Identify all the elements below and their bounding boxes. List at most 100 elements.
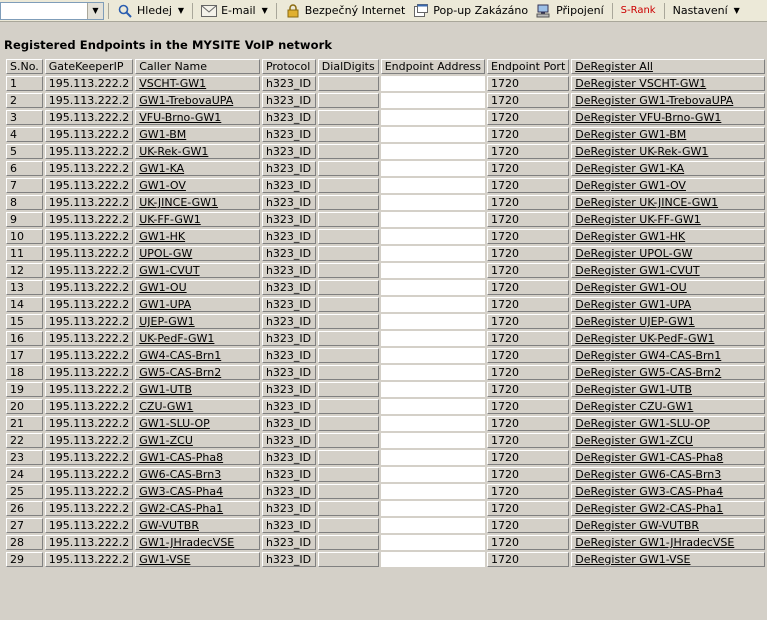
- dial-digits: [317, 263, 379, 278]
- caller-name-link[interactable]: UK-FF-GW1: [139, 213, 201, 226]
- caller-name-link[interactable]: UK-JINCE-GW1: [139, 196, 218, 209]
- chevron-down-icon[interactable]: ▼: [178, 6, 184, 15]
- deregister-link[interactable]: DeRegister VSCHT-GW1: [575, 77, 706, 90]
- deregister-link[interactable]: DeRegister GW1-UPA: [575, 298, 691, 311]
- caller-name-link[interactable]: GW1-HK: [139, 230, 185, 243]
- deregister-link[interactable]: DeRegister GW1-CVUT: [575, 264, 699, 277]
- caller-name-link[interactable]: UJEP-GW1: [139, 315, 194, 328]
- caller-name-link[interactable]: VFU-Brno-GW1: [139, 111, 221, 124]
- endpoint-port: 1720: [487, 280, 570, 295]
- caller-name-link[interactable]: GW1-OV: [139, 179, 186, 192]
- caller-name: GW1-SLU-OP: [135, 416, 260, 431]
- caller-name-link[interactable]: GW1-KA: [139, 162, 184, 175]
- caller-name: GW1-ZCU: [135, 433, 260, 448]
- caller-name-link[interactable]: GW1-VSE: [139, 553, 190, 566]
- deregister-link[interactable]: DeRegister GW-VUTBR: [575, 519, 699, 532]
- caller-name-link[interactable]: GW1-UTB: [139, 383, 192, 396]
- deregister-link[interactable]: DeRegister GW1-OV: [575, 179, 686, 192]
- settings-button[interactable]: Nastavení ▼: [669, 1, 744, 21]
- srank-button[interactable]: S-Rank: [617, 1, 660, 21]
- search-button[interactable]: Hledej ▼: [113, 1, 188, 21]
- deregister-link[interactable]: DeRegister GW1-BM: [575, 128, 686, 141]
- toolbar-divider: [275, 2, 277, 19]
- deregister-link[interactable]: DeRegister GW1-OU: [575, 281, 686, 294]
- deregister-link[interactable]: DeRegister UJEP-GW1: [575, 315, 694, 328]
- chevron-down-icon[interactable]: ▼: [734, 6, 740, 15]
- deregister-link[interactable]: DeRegister GW1-CAS-Pha8: [575, 451, 723, 464]
- caller-name-link[interactable]: GW1-CAS-Pha8: [139, 451, 223, 464]
- dial-digits: [317, 501, 379, 516]
- deregister-link[interactable]: DeRegister GW4-CAS-Brn1: [575, 349, 721, 362]
- deregister-link[interactable]: DeRegister UK-Rek-GW1: [575, 145, 708, 158]
- secure-internet-button[interactable]: Bezpečný Internet: [281, 1, 410, 21]
- deregister-link[interactable]: DeRegister GW3-CAS-Pha4: [575, 485, 723, 498]
- row-number: 6: [6, 161, 43, 176]
- deregister-link[interactable]: DeRegister CZU-GW1: [575, 400, 693, 413]
- deregister-link[interactable]: DeRegister GW6-CAS-Brn3: [575, 468, 721, 481]
- table-row: 10 195.113.222.2 GW1-HK h323_ID 1720 DeRegist…: [6, 229, 765, 244]
- caller-name-link[interactable]: GW1-UPA: [139, 298, 191, 311]
- caller-name-link[interactable]: GW1-SLU-OP: [139, 417, 210, 430]
- caller-name-link[interactable]: GW2-CAS-Pha1: [139, 502, 223, 515]
- connect-button[interactable]: Připojení: [532, 1, 608, 21]
- caller-name-link[interactable]: GW3-CAS-Pha4: [139, 485, 223, 498]
- deregister-cell: DeRegister GW2-CAS-Pha1: [571, 501, 765, 516]
- table-row: 24 195.113.222.2 GW6-CAS-Brn3 h323_ID 1720 De…: [6, 467, 765, 482]
- caller-name-link[interactable]: GW5-CAS-Brn2: [139, 366, 221, 379]
- caller-name-link[interactable]: UK-PedF-GW1: [139, 332, 214, 345]
- chevron-down-icon[interactable]: ▼: [87, 2, 103, 19]
- caller-name-link[interactable]: GW1-OU: [139, 281, 186, 294]
- endpoint-address: [380, 399, 485, 414]
- deregister-link[interactable]: DeRegister GW1-JHradecVSE: [575, 536, 734, 549]
- popup-blocker-button[interactable]: Pop-up Zakázáno: [409, 1, 532, 21]
- caller-name-link[interactable]: GW1-CVUT: [139, 264, 199, 277]
- table-row: 7 195.113.222.2 GW1-OV h323_ID 1720 DeRegiste…: [6, 178, 765, 193]
- gatekeeper-ip: 195.113.222.2: [44, 518, 134, 533]
- deregister-link[interactable]: DeRegister UK-FF-GW1: [575, 213, 701, 226]
- page-content: Registered Endpoints in the MYSITE VoIP …: [0, 22, 767, 620]
- email-button[interactable]: E-mail ▼: [197, 1, 272, 21]
- caller-name-link[interactable]: GW-VUTBR: [139, 519, 199, 532]
- caller-name-link[interactable]: GW1-JHradecVSE: [139, 536, 234, 549]
- deregister-cell: DeRegister GW1-OV: [571, 178, 765, 193]
- caller-name: GW1-CAS-Pha8: [135, 450, 260, 465]
- dial-digits: [317, 399, 379, 414]
- search-combo[interactable]: ▼: [0, 1, 104, 20]
- table-row: 4 195.113.222.2 GW1-BM h323_ID 1720 DeRegiste…: [6, 127, 765, 142]
- deregister-link[interactable]: DeRegister VFU-Brno-GW1: [575, 111, 721, 124]
- caller-name: GW1-UPA: [135, 297, 260, 312]
- caller-name-link[interactable]: VSCHT-GW1: [139, 77, 206, 90]
- caller-name-link[interactable]: UK-Rek-GW1: [139, 145, 208, 158]
- caller-name-link[interactable]: GW6-CAS-Brn3: [139, 468, 221, 481]
- caller-name-link[interactable]: GW1-BM: [139, 128, 186, 141]
- endpoint-address: [380, 110, 485, 125]
- deregister-link[interactable]: DeRegister GW1-VSE: [575, 553, 690, 566]
- gatekeeper-ip: 195.113.222.2: [44, 93, 134, 108]
- search-label: Hledej: [137, 4, 172, 17]
- caller-name-link[interactable]: CZU-GW1: [139, 400, 193, 413]
- deregister-link[interactable]: DeRegister GW1-TrebovaUPA: [575, 94, 733, 107]
- search-icon: [117, 4, 133, 18]
- dial-digits: [317, 314, 379, 329]
- chevron-down-icon[interactable]: ▼: [262, 6, 268, 15]
- gatekeeper-ip: 195.113.222.2: [44, 229, 134, 244]
- deregister-link[interactable]: DeRegister GW1-ZCU: [575, 434, 693, 447]
- caller-name-link[interactable]: GW1-TrebovaUPA: [139, 94, 233, 107]
- deregister-link[interactable]: DeRegister UK-PedF-GW1: [575, 332, 714, 345]
- deregister-all-link[interactable]: DeRegister All: [575, 60, 653, 73]
- protocol: h323_ID: [261, 552, 316, 567]
- email-label: E-mail: [221, 4, 256, 17]
- deregister-link[interactable]: DeRegister UPOL-GW: [575, 247, 692, 260]
- deregister-link[interactable]: DeRegister GW1-SLU-OP: [575, 417, 710, 430]
- caller-name: UPOL-GW: [135, 246, 260, 261]
- deregister-link[interactable]: DeRegister UK-JINCE-GW1: [575, 196, 718, 209]
- caller-name-link[interactable]: UPOL-GW: [139, 247, 192, 260]
- deregister-link[interactable]: DeRegister GW2-CAS-Pha1: [575, 502, 723, 515]
- caller-name-link[interactable]: GW1-ZCU: [139, 434, 193, 447]
- gatekeeper-ip: 195.113.222.2: [44, 331, 134, 346]
- caller-name-link[interactable]: GW4-CAS-Brn1: [139, 349, 221, 362]
- deregister-link[interactable]: DeRegister GW1-KA: [575, 162, 684, 175]
- deregister-link[interactable]: DeRegister GW1-UTB: [575, 383, 692, 396]
- deregister-link[interactable]: DeRegister GW5-CAS-Brn2: [575, 366, 721, 379]
- deregister-link[interactable]: DeRegister GW1-HK: [575, 230, 685, 243]
